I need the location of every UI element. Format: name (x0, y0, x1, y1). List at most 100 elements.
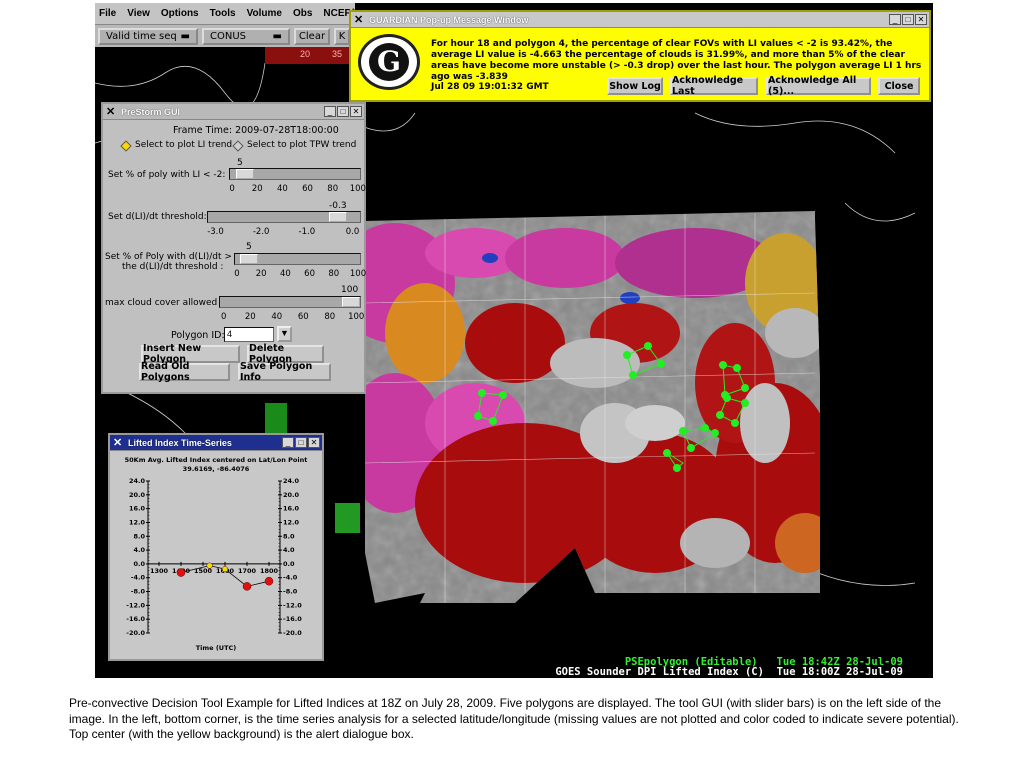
y-tick-label-left: -4.0 (131, 574, 146, 582)
menu-obs[interactable]: Obs (293, 8, 312, 19)
slider4-thumb[interactable] (342, 297, 360, 307)
frame-time: Frame Time: 2009-07-28T18:00:00 (173, 125, 339, 136)
slider-tick-label: 20 (251, 184, 263, 194)
minimize-icon[interactable]: _ (889, 14, 901, 25)
prestorm-title: PreStorm GUI (121, 106, 181, 117)
y-tick-label-left: 8.0 (133, 532, 145, 540)
radio-tpw-label: Select to plot TPW trend (247, 140, 357, 150)
slider-tick-label: 40 (279, 269, 291, 279)
dropdown-icon: ▬ (272, 30, 282, 42)
x-axis-label: Time (UTC) (196, 644, 237, 652)
y-tick-label-right: 24.0 (283, 477, 300, 485)
extra-button[interactable]: K (334, 27, 350, 45)
maximize-icon[interactable]: □ (337, 106, 349, 117)
menu-volume[interactable]: Volume (247, 8, 282, 19)
y-tick-label-left: 20.0 (129, 491, 146, 499)
polygon-dropdown-icon[interactable]: ▼ (277, 326, 292, 342)
read-polygons-button[interactable]: Read Old Polygons (139, 361, 230, 383)
y-tick-label-right: 16.0 (283, 505, 300, 513)
y-tick-label-right: -4.0 (283, 574, 298, 582)
data-point (206, 562, 213, 569)
slider-tick-label: 60 (297, 312, 309, 322)
slider-tick-label: 0 (234, 269, 240, 279)
slider1-thumb[interactable] (236, 169, 254, 179)
slider3-label-line2: the d(LI)/dt threshold : (122, 262, 224, 272)
slider-tick-label: 60 (304, 269, 316, 279)
y-tick-label-right: 12.0 (283, 518, 300, 526)
toolbar: Valid time seq ▬ CONUS ▬ Clear K (95, 25, 355, 47)
menu-file[interactable]: File (99, 8, 116, 19)
slider-tick-label: 100 (349, 184, 366, 194)
slider-tick-label: 0.0 (345, 227, 360, 237)
acknowledge-last-button[interactable]: Acknowledge Last (670, 75, 758, 97)
slider1-value: 5 (237, 158, 243, 168)
li-title: Lifted Index Time-Series (128, 437, 232, 448)
slider-tick-label: 80 (324, 312, 336, 322)
radio-li-label: Select to plot LI trend (135, 140, 233, 150)
menu-bar: File View Options Tools Volume Obs NCEP/… (95, 3, 383, 25)
slider-tick-label: -2.0 (252, 227, 270, 237)
y-tick-label-left: 0.0 (133, 560, 145, 568)
slider2-label: Set d(LI)/dt threshold: (108, 212, 207, 222)
slider2-value: -0.3 (329, 201, 347, 211)
slider4-track[interactable] (219, 296, 361, 308)
save-polygon-button[interactable]: Save Polygon Info (238, 361, 331, 383)
time-select-label: Valid time seq (106, 30, 177, 42)
radio-tpw-trend[interactable] (232, 140, 244, 152)
slider-tick-label: 60 (302, 184, 313, 194)
polygon-id-label: Polygon ID: (171, 330, 225, 341)
colorbar-label: 35 (332, 49, 343, 59)
slider3-value: 5 (246, 242, 252, 252)
slider-tick-label: 20 (255, 269, 267, 279)
figure-caption: Pre-convective Decision Tool Example for… (69, 696, 959, 741)
y-tick-label-left: 12.0 (129, 518, 146, 526)
maximize-icon[interactable]: □ (295, 437, 307, 448)
y-tick-label-right: -12.0 (283, 601, 302, 609)
slider2-track[interactable] (207, 211, 361, 223)
guardian-title: GUARDIAN Pop-up Message Window (369, 14, 529, 25)
slider1-track[interactable] (229, 168, 361, 180)
time-select[interactable]: Valid time seq ▬ (98, 27, 198, 45)
menu-options[interactable]: Options (161, 8, 199, 19)
close-icon[interactable]: ✕ (915, 14, 927, 25)
radio-li-trend[interactable] (120, 140, 132, 152)
prestorm-titlebar[interactable]: ✕ PreStorm GUI _ □ ✕ (103, 104, 364, 120)
guardian-titlebar[interactable]: ✕ GUARDIAN Pop-up Message Window _ □ ✕ (351, 12, 929, 28)
lifted-index-field (365, 211, 820, 603)
x-tick-label: 1700 (238, 567, 257, 575)
minimize-icon[interactable]: _ (282, 437, 294, 448)
y-tick-label-right: -20.0 (283, 629, 302, 637)
close-icon[interactable]: ✕ (350, 106, 362, 117)
menu-tools[interactable]: Tools (210, 8, 236, 19)
li-chart: 50Km Avg. Lifted Index centered on Lat/L… (110, 451, 322, 659)
polygon-id-field[interactable]: 4 (224, 327, 274, 342)
slider2-thumb[interactable] (329, 212, 347, 222)
chart-subtitle: 39.6169, -86.4076 (183, 465, 250, 473)
guardian-timestamp: Jul 28 09 19:01:32 GMT (431, 82, 549, 92)
lifted-index-window: ✕ Lifted Index Time-Series _ □ ✕ 50Km Av… (108, 433, 324, 661)
slider-tick-label: 100 (349, 269, 367, 279)
li-titlebar[interactable]: ✕ Lifted Index Time-Series _ □ ✕ (110, 435, 322, 451)
y-tick-label-left: 4.0 (133, 546, 145, 554)
y-tick-label-left: -12.0 (126, 601, 145, 609)
green-radar-patch (335, 503, 360, 533)
close-button[interactable]: Close (878, 77, 920, 95)
slider-tick-label: 0 (229, 184, 235, 194)
slider-tick-label: 0 (221, 312, 227, 322)
show-log-button[interactable]: Show Log (607, 77, 663, 95)
y-tick-label-left: 16.0 (129, 505, 146, 513)
maximize-icon[interactable]: □ (902, 14, 914, 25)
guardian-popup-window: ✕ GUARDIAN Pop-up Message Window _ □ ✕ G… (349, 10, 931, 102)
clear-button[interactable]: Clear (294, 27, 330, 45)
slider3-thumb[interactable] (240, 254, 258, 264)
slider3-track[interactable] (234, 253, 361, 265)
minimize-icon[interactable]: _ (324, 106, 336, 117)
menu-view[interactable]: View (127, 8, 150, 19)
acknowledge-all-button[interactable]: Acknowledge All (5)... (766, 75, 871, 97)
y-tick-label-left: 24.0 (129, 477, 146, 485)
y-tick-label-left: -16.0 (126, 615, 145, 623)
scale-select[interactable]: CONUS ▬ (202, 27, 290, 45)
close-icon[interactable]: ✕ (308, 437, 320, 448)
slider-tick-label: 100 (348, 312, 365, 322)
scale-select-label: CONUS (210, 30, 247, 42)
